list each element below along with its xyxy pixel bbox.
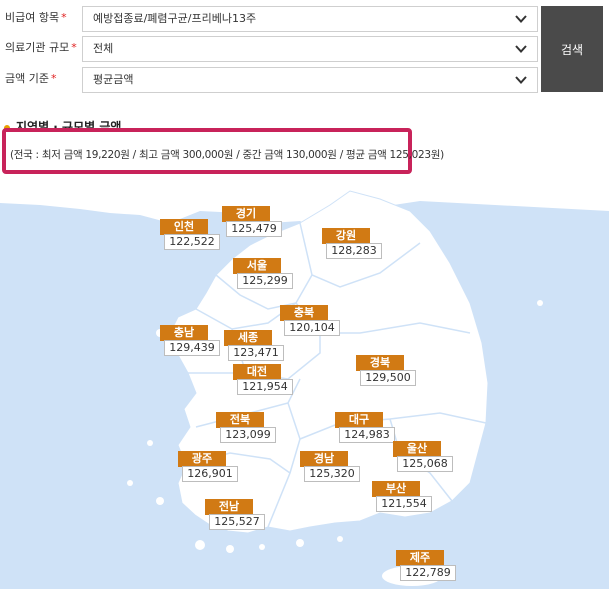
region-chungnam[interactable]: 충남 129,439 [160, 325, 220, 356]
region-name: 제주 [396, 550, 444, 566]
region-value: 121,554 [376, 496, 432, 512]
region-value: 122,789 [400, 565, 456, 581]
region-name: 경기 [222, 206, 270, 222]
region-jeonnam[interactable]: 전남 125,527 [205, 499, 265, 530]
filter-label-basis: 금액 기준 * [5, 72, 57, 85]
region-value: 123,471 [228, 345, 284, 361]
region-value: 120,104 [284, 320, 340, 336]
region-value: 125,479 [226, 221, 282, 237]
scale-select[interactable]: 전체 [82, 36, 538, 62]
region-value: 128,283 [326, 243, 382, 259]
region-value: 123,099 [220, 427, 276, 443]
chevron-down-icon [515, 45, 527, 53]
search-button[interactable]: 검색 [541, 6, 603, 92]
region-value: 129,439 [164, 340, 220, 356]
region-daegu[interactable]: 대구 124,983 [335, 412, 395, 443]
region-gwangju[interactable]: 광주 126,901 [178, 451, 238, 482]
region-name: 세종 [224, 330, 272, 346]
region-gangwon[interactable]: 강원 128,283 [322, 228, 382, 259]
region-value: 125,299 [237, 273, 293, 289]
region-name: 충북 [280, 305, 328, 321]
region-name: 경남 [300, 451, 348, 467]
item-select-value: 예방접종료/폐렴구균/프리베나13주 [93, 12, 257, 25]
region-name: 대구 [335, 412, 383, 428]
region-name: 대전 [233, 364, 281, 380]
basis-select[interactable]: 평균금액 [82, 67, 538, 93]
map-svg [0, 183, 609, 586]
region-busan[interactable]: 부산 121,554 [372, 481, 432, 512]
region-name: 울산 [393, 441, 441, 457]
region-seoul[interactable]: 서울 125,299 [233, 258, 293, 289]
region-value: 125,320 [304, 466, 360, 482]
region-name: 부산 [372, 481, 420, 497]
basis-select-value: 평균금액 [93, 73, 134, 86]
region-value: 122,522 [164, 234, 220, 250]
region-value: 126,901 [182, 466, 238, 482]
region-incheon[interactable]: 인천 122,522 [160, 219, 220, 250]
region-chungbuk[interactable]: 충북 120,104 [280, 305, 340, 336]
region-value: 129,500 [360, 370, 416, 386]
region-jeonbuk[interactable]: 전북 123,099 [216, 412, 276, 443]
region-name: 전남 [205, 499, 253, 515]
item-select[interactable]: 예방접종료/폐렴구균/프리베나13주 [82, 6, 538, 32]
filter-label-scale: 의료기관 규모 * [5, 41, 77, 54]
region-value: 121,954 [237, 379, 293, 395]
region-name: 전북 [216, 412, 264, 428]
region-value: 125,068 [397, 456, 453, 472]
region-value: 124,983 [339, 427, 395, 443]
scale-select-value: 전체 [93, 42, 114, 55]
region-gyeonggi[interactable]: 경기 125,479 [222, 206, 282, 237]
region-sejong[interactable]: 세종 123,471 [224, 330, 284, 361]
filter-label-item: 비급여 항목 * [5, 11, 67, 24]
region-name: 충남 [160, 325, 208, 341]
region-name: 인천 [160, 219, 208, 235]
region-value: 125,527 [209, 514, 265, 530]
region-name: 서울 [233, 258, 281, 274]
region-jeju[interactable]: 제주 122,789 [396, 550, 456, 581]
region-name: 경북 [356, 355, 404, 371]
summary-text: (전국 : 최저 금액 19,220원 / 최고 금액 300,000원 / 중… [10, 149, 444, 161]
region-gyeongbuk[interactable]: 경북 129,500 [356, 355, 416, 386]
region-daejeon[interactable]: 대전 121,954 [233, 364, 293, 395]
chevron-down-icon [515, 15, 527, 23]
summary-highlight-box: (전국 : 최저 금액 19,220원 / 최고 금액 300,000원 / 중… [2, 128, 444, 174]
korea-map: 경기 125,479 인천 122,522 강원 128,283 서울 125,299 … [0, 183, 609, 589]
region-name: 광주 [178, 451, 226, 467]
region-name: 강원 [322, 228, 370, 244]
region-gyeongnam[interactable]: 경남 125,320 [300, 451, 360, 482]
region-ulsan[interactable]: 울산 125,068 [393, 441, 453, 472]
chevron-down-icon [515, 76, 527, 84]
